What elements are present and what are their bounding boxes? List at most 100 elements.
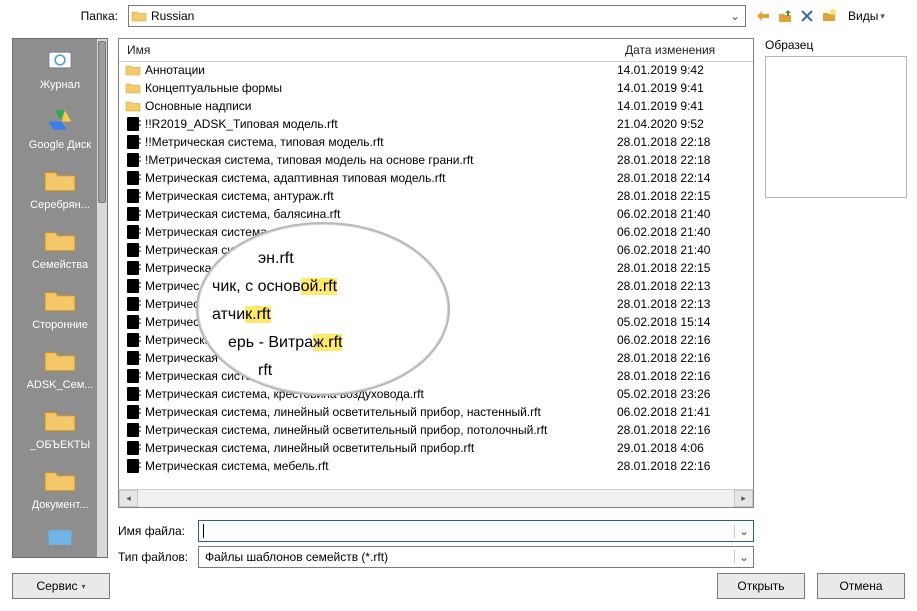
- horizontal-scrollbar[interactable]: ◂ ▸: [119, 489, 753, 507]
- chevron-down-icon[interactable]: ⌄: [734, 524, 753, 538]
- delete-button[interactable]: [798, 7, 816, 25]
- folder-icon: [125, 80, 141, 96]
- places-item-label: Google Диск: [29, 139, 91, 151]
- filename-input[interactable]: ⌄: [198, 520, 754, 542]
- magnifier-line: rft: [258, 362, 434, 380]
- file-date: 28.01.2018 22:18: [609, 135, 753, 149]
- file-name: !!R2019_ADSK_Типовая модель.rft: [145, 117, 609, 131]
- folder-dropdown[interactable]: Russian ⌄: [128, 5, 746, 27]
- file-row[interactable]: Метрическая система, балясина.rft06.02.2…: [119, 205, 753, 223]
- rft-file-icon: [125, 296, 141, 312]
- rft-file-icon: [125, 386, 141, 402]
- places-item-label: Семейства: [32, 259, 88, 271]
- views-dropdown[interactable]: Виды ▾: [848, 9, 885, 23]
- places-item-label: Сторонние: [32, 319, 88, 331]
- scroll-right-button[interactable]: ▸: [734, 490, 753, 507]
- places-item[interactable]: ADSK_Сем...: [13, 339, 107, 399]
- file-name: Метрическая система, мебель.rft: [145, 459, 609, 473]
- file-date: 28.01.2018 22:15: [609, 189, 753, 203]
- file-row[interactable]: !!Метрическая система, типовая модель.rf…: [119, 133, 753, 151]
- folder-icon: [41, 405, 79, 435]
- file-row[interactable]: Метрическая система, крестовина воздухов…: [119, 385, 753, 403]
- rft-file-icon: [125, 242, 141, 258]
- rft-file-icon: [125, 422, 141, 438]
- folder-icon: [41, 165, 79, 195]
- rft-file-icon: [125, 260, 141, 276]
- rft-file-icon: [125, 224, 141, 240]
- file-name: Метрическая система, линейный осветитель…: [145, 441, 609, 455]
- file-date: 05.02.2018 23:26: [609, 387, 753, 401]
- places-item[interactable]: [13, 519, 107, 558]
- places-item[interactable]: Google Диск: [13, 99, 107, 159]
- places-item[interactable]: _ОБЪЕКТЫ: [13, 399, 107, 459]
- service-label: Сервис: [36, 579, 77, 593]
- file-row[interactable]: Аннотации14.01.2019 9:42: [119, 61, 753, 79]
- folder-icon: [41, 345, 79, 375]
- places-item[interactable]: Сторонние: [13, 279, 107, 339]
- file-row[interactable]: Метрическая си06.02.2018 21:40: [119, 241, 753, 259]
- file-row[interactable]: Метрическая система,28.01.2018 22:16: [119, 367, 753, 385]
- places-item[interactable]: Серебрян...: [13, 159, 107, 219]
- chevron-down-icon: ▾: [880, 11, 885, 22]
- file-row[interactable]: Концептуальные формы14.01.2019 9:41: [119, 79, 753, 97]
- places-sidebar: Журнал Google Диск Серебрян... Семейства Сто…: [12, 38, 108, 558]
- file-name: !Метрическая система, типовая модель на …: [145, 153, 609, 167]
- rft-file-icon: [125, 278, 141, 294]
- places-item-label: Серебрян...: [30, 199, 90, 211]
- file-name: !!Метрическая система, типовая модель.rf…: [145, 135, 609, 149]
- places-item[interactable]: Семейства: [13, 219, 107, 279]
- file-row[interactable]: Основные надписи14.01.2019 9:41: [119, 97, 753, 115]
- rft-file-icon: [125, 350, 141, 366]
- folder-icon: [41, 465, 79, 495]
- file-date: 28.01.2018 22:16: [609, 423, 753, 437]
- rft-file-icon: [125, 206, 141, 222]
- folder-icon: [125, 62, 141, 78]
- open-button[interactable]: Открыть: [717, 573, 805, 599]
- file-row[interactable]: Метрическая система, мебель.rft28.01.201…: [119, 457, 753, 475]
- places-item[interactable]: Журнал: [13, 39, 107, 99]
- magnifier-line: чик, с основой.rft: [212, 278, 434, 296]
- file-row[interactable]: Метрическая система06.02.2018 21:40: [119, 223, 753, 241]
- rft-file-icon: [125, 404, 141, 420]
- cancel-button[interactable]: Отмена: [817, 573, 905, 599]
- places-item[interactable]: Документ...: [13, 459, 107, 519]
- column-header-date[interactable]: Дата изменения: [617, 39, 753, 61]
- file-row[interactable]: Метрическая система, линейный осветитель…: [119, 421, 753, 439]
- service-button[interactable]: Сервис ▾: [12, 573, 110, 599]
- file-name: Метрическая система, балясина.rft: [145, 207, 609, 221]
- file-name: Метрическая система, антураж.rft: [145, 189, 609, 203]
- file-row[interactable]: !Метрическая система, типовая модель на …: [119, 151, 753, 169]
- folder-icon: [41, 285, 79, 315]
- file-row[interactable]: Метрическая система, адаптивная типовая …: [119, 169, 753, 187]
- filetype-dropdown[interactable]: Файлы шаблонов семейств (*.rft) ⌄: [198, 546, 754, 568]
- rft-file-icon: [125, 440, 141, 456]
- filetype-value: Файлы шаблонов семейств (*.rft): [199, 550, 734, 564]
- file-name: Метрическая система, адаптивная типовая …: [145, 171, 609, 185]
- filename-label: Имя файла:: [118, 524, 198, 538]
- back-button[interactable]: [754, 7, 772, 25]
- file-date: 28.01.2018 22:15: [609, 261, 753, 275]
- chevron-down-icon[interactable]: ⌄: [734, 550, 753, 564]
- places-scrollbar[interactable]: [97, 39, 107, 557]
- file-row[interactable]: !!R2019_ADSK_Типовая модель.rft21.04.202…: [119, 115, 753, 133]
- chevron-down-icon: ⌄: [727, 9, 743, 23]
- file-date: 28.01.2018 22:18: [609, 153, 753, 167]
- file-name: Метрическая система, линейный осветитель…: [145, 405, 609, 419]
- file-date: 28.01.2018 22:13: [609, 297, 753, 311]
- file-name: Основные надписи: [145, 99, 609, 113]
- rft-file-icon: [125, 134, 141, 150]
- scroll-left-button[interactable]: ◂: [119, 490, 138, 507]
- file-row[interactable]: Метрическая система, антураж.rft28.01.20…: [119, 187, 753, 205]
- magnifier-line: атчик.rft: [212, 306, 434, 324]
- rft-file-icon: [125, 188, 141, 204]
- file-date: 28.01.2018 22:13: [609, 279, 753, 293]
- new-folder-button[interactable]: [820, 7, 838, 25]
- file-row[interactable]: Метрическая система, линейный осветитель…: [119, 403, 753, 421]
- folder-current-name: Russian: [151, 9, 727, 23]
- file-date: 14.01.2019 9:41: [609, 81, 753, 95]
- column-header-name[interactable]: Имя: [119, 39, 617, 61]
- up-one-level-button[interactable]: [776, 7, 794, 25]
- file-date: 21.04.2020 9:52: [609, 117, 753, 131]
- views-label: Виды: [848, 9, 878, 23]
- file-row[interactable]: Метрическая система, линейный осветитель…: [119, 439, 753, 457]
